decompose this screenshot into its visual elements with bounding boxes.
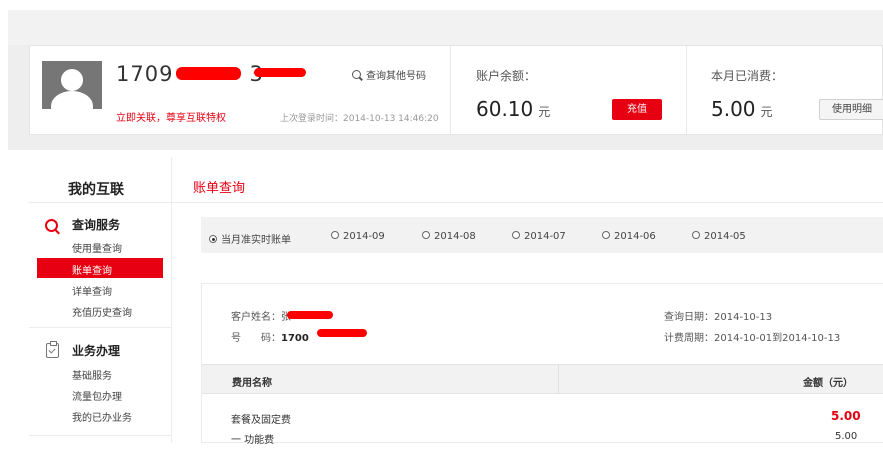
query-date: 查询日期：2014-10-13 (664, 312, 773, 323)
column-header-fee-name: 费用名称 (232, 378, 272, 389)
divider (29, 327, 171, 328)
divider (29, 435, 171, 436)
account-card: 17093 查询其他号码 立即关联，尊享互联特权 上次登录时间：2014-10-… (29, 45, 883, 135)
bill-panel (201, 283, 883, 443)
sidebar: 我的互联 查询服务 使用量查询 账单查询 详单查询 充值历史查询 业务办理 基础… (29, 157, 171, 443)
divider (29, 202, 171, 203)
spent-label: 本月已消费： (711, 69, 784, 83)
sidebar-item-data-package[interactable]: 流量包办理 (72, 388, 122, 403)
tab-2014-09[interactable]: 2014-09 (331, 231, 385, 242)
radio-icon (331, 231, 339, 239)
bill-month-tabs: 当月准实时账单 2014-09 2014-08 2014-07 2014-06 … (201, 217, 883, 253)
search-icon (45, 219, 58, 232)
sidebar-item-bill-query[interactable]: 账单查询 (37, 258, 163, 278)
last-login-time: 上次登录时间：2014-10-13 14:46:20 (280, 114, 439, 124)
spent-value: 5.00 元 (711, 97, 773, 121)
table-row-name: 一 功能费 (231, 435, 275, 446)
link-bind-account[interactable]: 立即关联，尊享互联特权 (116, 109, 226, 124)
table-row-amount: 5.00 (835, 431, 858, 442)
usage-detail-button[interactable]: 使用明细 (819, 99, 883, 120)
radio-selected-icon (209, 235, 217, 243)
radio-icon (512, 231, 520, 239)
radio-icon (422, 231, 430, 239)
sidebar-item-detail-query[interactable]: 详单查询 (72, 283, 112, 298)
tab-2014-05[interactable]: 2014-05 (692, 231, 746, 242)
radio-icon (692, 231, 700, 239)
divider (686, 46, 687, 134)
tab-2014-08[interactable]: 2014-08 (422, 231, 476, 242)
balance-label: 账户余额： (476, 69, 537, 83)
sidebar-heading-business: 业务办理 (72, 344, 121, 358)
table-row-amount: 5.00 (831, 409, 861, 423)
tab-2014-06[interactable]: 2014-06 (602, 231, 656, 242)
sidebar-item-recharge-history[interactable]: 充值历史查询 (72, 304, 132, 319)
radio-icon (602, 231, 610, 239)
redaction-mark (176, 67, 241, 80)
billing-period: 计费周期：2014-10-01到2014-10-13 (664, 333, 841, 344)
balance-value: 60.10 元 (476, 97, 551, 121)
clipboard-check-icon (46, 341, 59, 358)
sidebar-title: 我的互联 (68, 182, 124, 198)
sidebar-item-usage-query[interactable]: 使用量查询 (72, 240, 122, 255)
redaction-mark (317, 329, 367, 337)
customer-name: 客户姓名：张 (231, 312, 291, 323)
sidebar-item-my-business[interactable]: 我的已办业务 (72, 409, 132, 424)
table-header: 费用名称 金额（元） (202, 364, 883, 394)
tab-2014-07[interactable]: 2014-07 (512, 231, 566, 242)
page-title: 账单查询 (193, 181, 246, 196)
table-row-name: 套餐及固定费 (231, 415, 291, 426)
avatar (42, 61, 102, 109)
sidebar-heading-query: 查询服务 (72, 218, 121, 232)
divider (171, 157, 172, 443)
redaction-mark (254, 68, 306, 77)
divider (172, 202, 883, 203)
column-header-amount: 金额（元） (803, 378, 853, 389)
top-band (8, 10, 883, 45)
phone-field: 号 码：1700 (231, 333, 309, 344)
search-icon (352, 70, 361, 79)
tab-current-month[interactable]: 当月准实时账单 (209, 231, 291, 246)
divider (450, 46, 451, 134)
recharge-button[interactable]: 充值 (612, 99, 662, 120)
search-other-number-link[interactable]: 查询其他号码 (352, 67, 426, 82)
redaction-mark (287, 311, 333, 319)
sidebar-item-basic-service[interactable]: 基础服务 (72, 367, 112, 382)
